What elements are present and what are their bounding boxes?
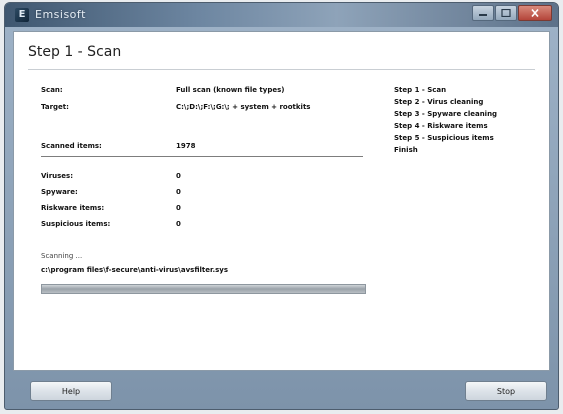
scanned-items-value: 1978 (176, 142, 196, 150)
step-item: Finish (394, 146, 418, 154)
app-icon: E (15, 8, 29, 22)
scanned-items-label: Scanned items: (41, 142, 102, 150)
title-bar[interactable]: E Emsisoft (5, 3, 558, 27)
minimize-button[interactable] (472, 5, 494, 21)
current-file-path: c:\program files\f-secure\anti-virus\avs… (41, 266, 229, 274)
spyware-label: Spyware: (41, 188, 78, 196)
step-item: Step 5 - Suspicious items (394, 134, 494, 142)
page-title: Step 1 - Scan (28, 44, 122, 60)
maximize-button[interactable] (495, 5, 517, 21)
scan-type-value: Full scan (known file types) (176, 86, 285, 94)
riskware-value: 0 (176, 204, 181, 212)
step-item: Step 1 - Scan (394, 86, 447, 94)
target-label: Target: (41, 103, 69, 111)
maximize-icon (501, 9, 511, 17)
scan-type-label: Scan: (41, 86, 63, 94)
help-button[interactable]: Help (30, 381, 112, 401)
target-value: C:\;D:\;F:\;G:\; + system + rootkits (176, 103, 311, 111)
viruses-value: 0 (176, 172, 181, 180)
viruses-label: Viruses: (41, 172, 74, 180)
section-divider (41, 156, 363, 157)
suspicious-value: 0 (176, 220, 181, 228)
stop-button[interactable]: Stop (465, 381, 547, 401)
progress-fill (42, 285, 365, 293)
scan-status-label: Scanning ... (41, 252, 83, 260)
window-title: Emsisoft (35, 8, 86, 21)
close-button[interactable] (518, 5, 552, 21)
step-item: Step 4 - Riskware items (394, 122, 488, 130)
close-icon (531, 9, 539, 17)
title-divider (28, 69, 535, 70)
scan-panel: Step 1 - Scan Scan: Full scan (known fil… (13, 31, 550, 371)
app-window: E Emsisoft Step 1 - Scan Scan: Full scan… (4, 2, 559, 410)
window-controls (472, 5, 552, 21)
steps-list: Step 1 - Scan Step 2 - Virus cleaning St… (394, 84, 497, 156)
progress-bar (41, 284, 366, 294)
minimize-icon (479, 14, 487, 16)
spyware-value: 0 (176, 188, 181, 196)
step-item: Step 2 - Virus cleaning (394, 98, 484, 106)
step-item: Step 3 - Spyware cleaning (394, 110, 498, 118)
suspicious-label: Suspicious items: (41, 220, 111, 228)
riskware-label: Riskware items: (41, 204, 105, 212)
